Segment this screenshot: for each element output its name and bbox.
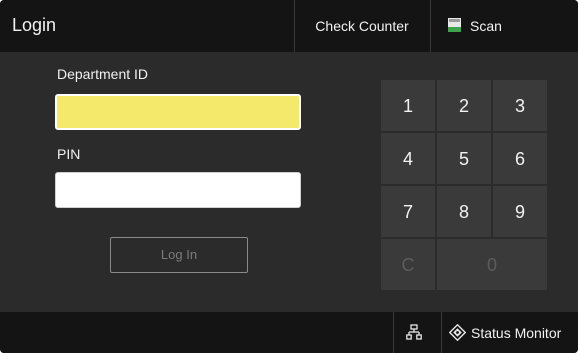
status-monitor-button[interactable]: Status Monitor bbox=[441, 312, 578, 353]
check-counter-button[interactable]: Check Counter bbox=[294, 0, 430, 52]
key-2[interactable]: 2 bbox=[436, 79, 492, 132]
scan-button[interactable]: Scan bbox=[431, 0, 578, 52]
status-monitor-icon bbox=[449, 324, 466, 341]
network-icon bbox=[406, 324, 422, 340]
scan-document-icon bbox=[448, 18, 461, 32]
department-id-field[interactable] bbox=[55, 94, 301, 130]
key-9[interactable]: 9 bbox=[492, 185, 548, 238]
key-8[interactable]: 8 bbox=[436, 185, 492, 238]
key-5[interactable]: 5 bbox=[436, 132, 492, 185]
bottom-bar: Status Monitor bbox=[0, 312, 578, 353]
login-screen: Login Check Counter Scan Department ID P… bbox=[0, 0, 578, 353]
status-monitor-label: Status Monitor bbox=[471, 325, 562, 341]
key-1[interactable]: 1 bbox=[380, 79, 436, 132]
pin-field[interactable] bbox=[55, 172, 301, 208]
screen-title: Login bbox=[12, 15, 57, 35]
key-3[interactable]: 3 bbox=[492, 79, 548, 132]
pin-label: PIN bbox=[57, 146, 81, 162]
numeric-keypad: 1 2 3 4 5 6 7 8 9 C 0 bbox=[380, 79, 548, 291]
key-0[interactable]: 0 bbox=[436, 238, 548, 291]
log-in-button[interactable]: Log In bbox=[110, 237, 248, 273]
scan-label: Scan bbox=[470, 18, 502, 34]
key-7[interactable]: 7 bbox=[380, 185, 436, 238]
network-button[interactable] bbox=[393, 312, 435, 353]
department-id-label: Department ID bbox=[57, 66, 149, 82]
key-4[interactable]: 4 bbox=[380, 132, 436, 185]
key-clear[interactable]: C bbox=[380, 238, 436, 291]
top-bar: Login Check Counter Scan bbox=[0, 0, 578, 52]
key-6[interactable]: 6 bbox=[492, 132, 548, 185]
